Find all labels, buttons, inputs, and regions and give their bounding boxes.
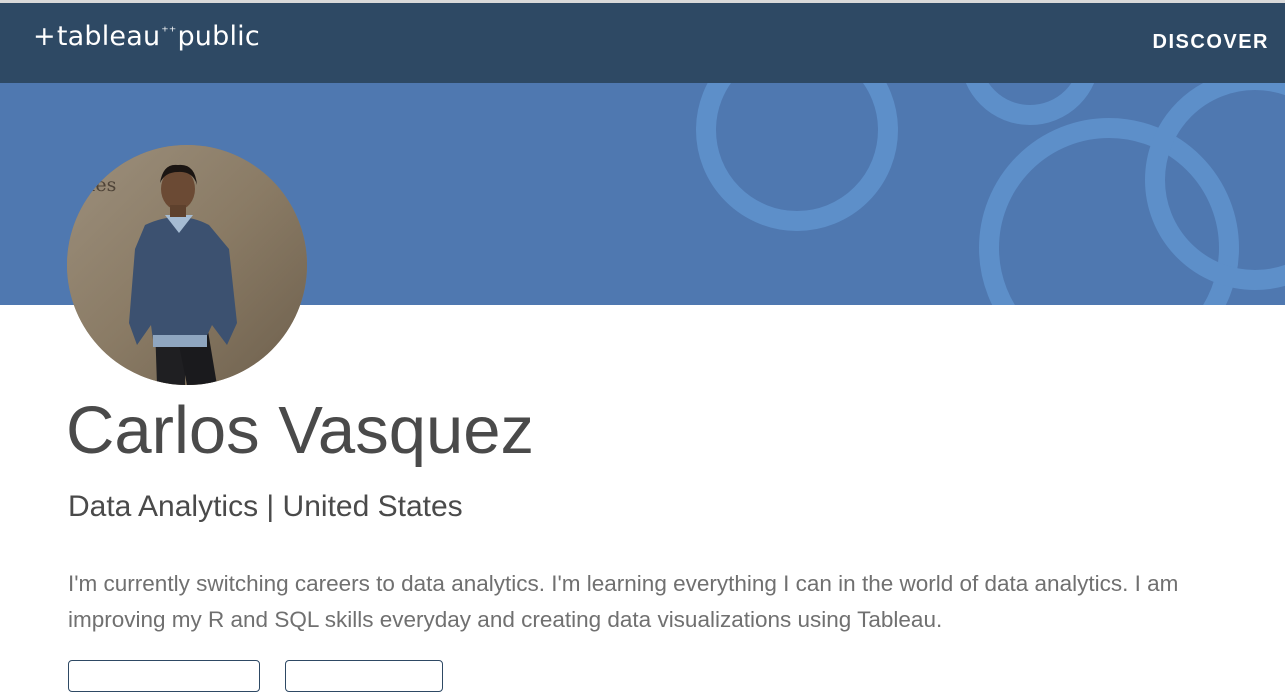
profile-action-button[interactable] (68, 660, 260, 692)
profile-name: Carlos Vasquez (66, 393, 534, 468)
top-navbar: +tableau⁺⁺public DISCOVER (0, 3, 1285, 83)
logo-text-left: tableau (56, 21, 161, 52)
profile-subtitle: Data Analytics | United States (68, 490, 463, 523)
profile-avatar: ques (67, 145, 307, 385)
profile-action-button[interactable] (285, 660, 443, 692)
banner-ring (965, 83, 1095, 125)
logo-sparkle-icon: ⁺⁺ (161, 24, 177, 40)
discover-link[interactable]: DISCOVER (1153, 31, 1269, 54)
tableau-public-logo[interactable]: +tableau⁺⁺public (33, 21, 260, 52)
logo-text-right: public (177, 21, 260, 52)
logo-plus-icon: + (33, 21, 56, 52)
banner-ring (979, 118, 1239, 305)
profile-bio: I'm currently switching careers to data … (68, 571, 1179, 632)
avatar-photo: ques (67, 145, 307, 385)
banner-ring (696, 83, 898, 231)
